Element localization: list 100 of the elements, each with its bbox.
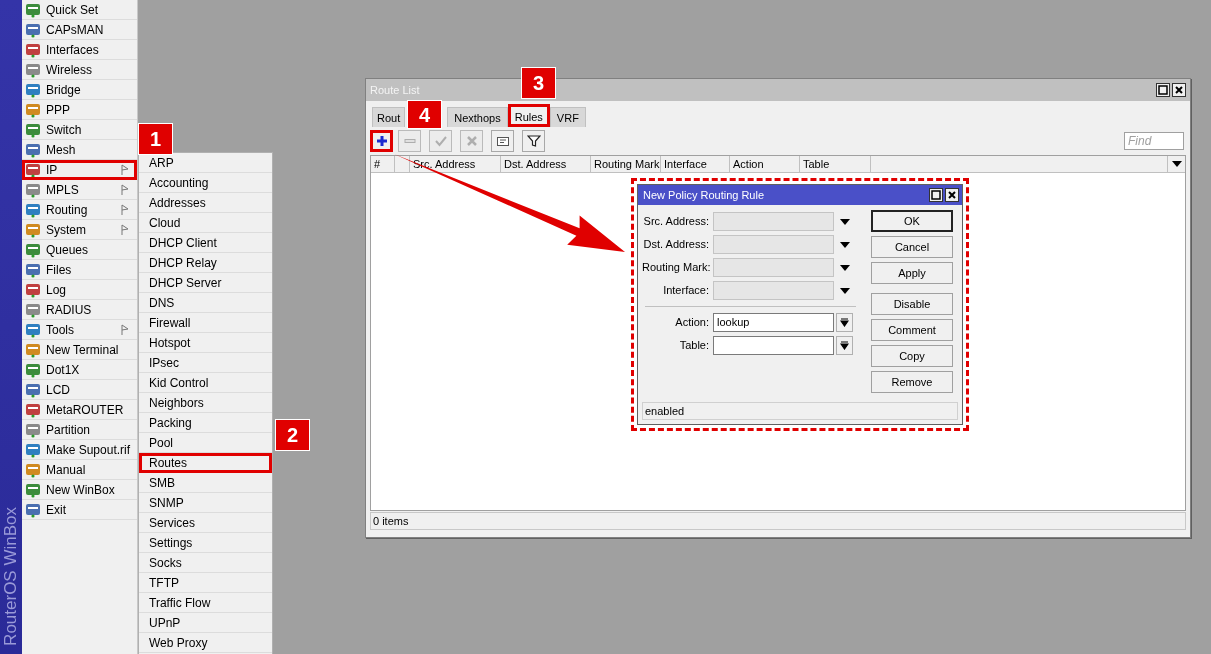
menu-label: Dot1X [46,361,80,379]
tab[interactable]: Rout [372,107,406,127]
dialog-button[interactable]: Apply [871,262,953,284]
menu-item[interactable]: Exit [22,500,137,520]
submenu-item[interactable]: DHCP Client [139,233,272,253]
tile-icon [25,461,41,478]
step-number: 1 [139,124,172,154]
menu-item[interactable]: RADIUS [22,300,137,320]
menu-item[interactable]: Queues [22,240,137,260]
menu-item[interactable]: Switch [22,120,137,140]
menu-item[interactable]: Wireless [22,60,137,80]
dropdown-icon[interactable] [840,218,850,225]
dialog-button[interactable]: Remove [871,371,953,393]
submenu-item[interactable]: DNS [139,293,272,313]
menu-item[interactable]: New Terminal [22,340,137,360]
dialog-button[interactable]: Cancel [871,236,953,258]
maximize-button[interactable] [929,188,943,202]
column-header[interactable]: Table [800,156,871,172]
field-label: Src. Address: [642,214,710,230]
menu-item[interactable]: Dot1X [22,360,137,380]
menu-item[interactable]: Routing [22,200,137,220]
submenu-item[interactable]: Neighbors [139,393,272,413]
menu-item[interactable]: Tools [22,320,137,340]
submenu-item[interactable]: Services [139,513,272,533]
input-field[interactable]: lookup [713,313,834,332]
menu-item[interactable]: Make Supout.rif [22,440,137,460]
dropdown-icon[interactable] [840,287,850,294]
menu-label: Files [46,261,72,279]
submenu-item[interactable]: SMB [139,473,272,493]
menu-item[interactable]: Mesh [22,140,137,160]
menu-label: Routing [46,201,88,219]
menu-item[interactable]: Partition [22,420,137,440]
menu-item[interactable]: Interfaces [22,40,137,60]
submenu-item[interactable]: Traffic Flow [139,593,272,613]
menu-item[interactable]: IP [22,160,137,180]
submenu-item[interactable]: Pool [139,433,272,453]
submenu-item[interactable]: Kid Control [139,373,272,393]
menu-item[interactable]: PPP [22,100,137,120]
submenu-item[interactable]: Accounting [139,173,272,193]
input-field[interactable] [713,336,834,355]
menu-label: Log [46,281,67,299]
menu-item[interactable]: System [22,220,137,240]
submenu-item[interactable]: Web Proxy [139,633,272,653]
maximize-button[interactable] [1156,83,1170,97]
menu-item[interactable]: Bridge [22,80,137,100]
tile-icon [25,121,41,138]
menu-label: New Terminal [46,341,119,359]
menu-item[interactable]: CAPsMAN [22,20,137,40]
submenu-item[interactable]: UPnP [139,613,272,633]
dialog-button[interactable]: Copy [871,345,953,367]
menu-label: System [46,221,86,239]
tab[interactable]: Rules [507,104,550,127]
dialog-button[interactable]: Disable [871,293,953,315]
submenu-item[interactable]: Firewall [139,313,272,333]
menu-item[interactable]: MPLS [22,180,137,200]
submenu-item[interactable]: Packing [139,413,272,433]
menu-item[interactable]: LCD [22,380,137,400]
submenu-item[interactable]: Settings [139,533,272,553]
submenu-item[interactable]: Cloud [139,213,272,233]
menu-item[interactable]: Quick Set [22,0,137,20]
submenu-item[interactable]: SNMP [139,493,272,513]
dialog-button[interactable]: OK [871,210,953,232]
filter-button[interactable] [522,130,545,152]
tile-icon [25,501,41,518]
expand-button[interactable] [836,313,853,332]
note-button[interactable] [491,130,514,152]
menu-label: MetaROUTER [46,401,124,419]
find-field[interactable]: Find [1124,132,1184,150]
menu-item[interactable]: MetaROUTER [22,400,137,420]
column-header[interactable]: Action [730,156,800,172]
menu-item[interactable]: New WinBox [22,480,137,500]
menu-label: CAPsMAN [46,21,104,39]
submenu-item[interactable]: TFTP [139,573,272,593]
submenu-item[interactable]: DHCP Server [139,273,272,293]
submenu-item[interactable]: Routes [139,453,272,473]
submenu-item[interactable]: Hotspot [139,333,272,353]
close-icon [1174,85,1184,95]
submenu-item[interactable]: IPsec [139,353,272,373]
column-header[interactable]: Dst. Address [501,156,591,172]
menu-item[interactable]: Log [22,280,137,300]
column-header[interactable]: Routing Mark [591,156,661,172]
menu-label: LCD [46,381,70,399]
tab[interactable]: Nexthops [447,107,508,127]
close-button[interactable] [1172,83,1186,97]
column-header[interactable]: # [371,156,395,172]
dialog-button[interactable]: Comment [871,319,953,341]
close-button[interactable] [945,188,959,202]
menu-item[interactable]: Files [22,260,137,280]
submenu-item[interactable]: Addresses [139,193,272,213]
column-header[interactable]: Interface [661,156,730,172]
dropdown-icon[interactable] [840,241,850,248]
tab[interactable]: VRF [549,107,586,127]
submenu-item[interactable]: DHCP Relay [139,253,272,273]
menu-item[interactable]: Manual [22,460,137,480]
dropdown-icon[interactable] [840,264,850,271]
plus-button[interactable] [370,130,393,152]
expand-button[interactable] [836,336,853,355]
filter-icon [526,134,541,148]
submenu-item[interactable]: Socks [139,553,272,573]
tile-icon [25,481,41,498]
